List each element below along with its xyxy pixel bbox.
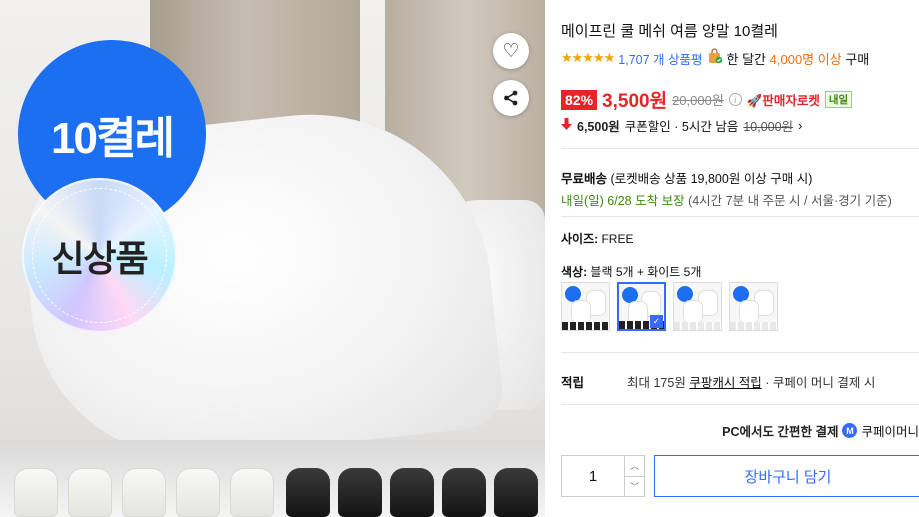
monthly-suffix: 구매 (845, 51, 870, 67)
swatch-badge (622, 287, 638, 303)
check-icon: ✓ (650, 315, 663, 328)
image-mini-sock-black (442, 468, 486, 517)
pack-count-text: 10켤레 (51, 114, 175, 163)
monthly-prefix: 한 달간 (726, 51, 767, 67)
quantity-input[interactable] (562, 456, 624, 496)
info-icon[interactable]: i (728, 93, 742, 106)
down-arrow-icon (561, 118, 572, 133)
quantity-down-icon[interactable]: ﹀ (625, 477, 644, 497)
color-swatch[interactable] (561, 282, 610, 331)
free-shipping-detail: (로켓배송 상품 19,800원 이상 구매 시) (610, 172, 813, 186)
original-price: 20,000원 (672, 93, 724, 108)
pc-payment-text: PC에서도 간편한 결제 (722, 425, 839, 439)
rocket-icon: 🚀 (746, 94, 763, 108)
image-mini-sock-black (390, 468, 434, 517)
heart-icon: ♡ (502, 40, 520, 62)
swatch-strip (674, 322, 721, 330)
points-amount: 최대 175원 (627, 376, 686, 390)
swatch-badge (733, 286, 749, 302)
divider (561, 148, 919, 149)
add-to-cart-button[interactable]: 장바구니 담기 (654, 455, 919, 497)
monthly-buyers-count: 4,000명 이상 (769, 51, 842, 67)
shopping-bag-icon (707, 48, 723, 68)
points-row: 적립 최대 175원 쿠팡캐시 적립 · 쿠페이 머니 결제 시 (561, 372, 875, 391)
product-title: 메이프린 쿨 메쉬 여름 양말 10켤레 (561, 23, 778, 40)
color-swatch-selected[interactable]: ✓ (617, 282, 666, 331)
seller-rocket-text: 판매자로켓 (762, 94, 820, 108)
swatch-sock (572, 301, 590, 323)
quantity-up-icon[interactable]: ︿ (625, 456, 644, 477)
chevron-right-icon: › (798, 118, 803, 133)
price-row: 82% 3,500원 20,000원 i 🚀판매자로켓 내일 (561, 86, 853, 113)
image-mini-sock-white (176, 468, 220, 517)
delivery-detail: (4시간 7분 내 주문 시 / 서울·경기 기준) (688, 194, 892, 208)
image-mini-sock-black (338, 468, 382, 517)
swatch-badge (565, 286, 581, 302)
size-value: FREE (601, 232, 634, 246)
coupay-text[interactable]: 쿠페이머니 (861, 421, 919, 440)
rating-row: ★★★★★ 1,707 개 상품평 한 달간 4,000명 이상 구매 (561, 48, 869, 68)
swatch-sock (684, 301, 702, 323)
badge-ring (32, 188, 167, 323)
color-option: 색상: 블랙 5개 + 화이트 5개 (561, 263, 701, 280)
points-label: 적립 (561, 376, 585, 390)
color-swatch[interactable] (673, 282, 722, 331)
free-shipping-label: 무료배송 (561, 172, 608, 186)
seller-rocket-label: 🚀판매자로켓 (747, 90, 820, 109)
sale-price: 3,500원 (602, 91, 668, 112)
coupon-price: 6,500원 (577, 120, 620, 134)
product-main-image[interactable]: 10켤레 신상품 ♡ (0, 0, 545, 517)
swatch-badge (677, 286, 693, 302)
divider (561, 216, 919, 217)
color-swatches: ✓ (561, 282, 778, 331)
pc-payment-row: PC에서도 간편한 결제 M 쿠페이머니 (561, 421, 919, 440)
coupon-label: 쿠폰할인 · 5시간 남음 (624, 120, 739, 134)
image-mini-sock-black (286, 468, 330, 517)
review-count-link[interactable]: 1,707 개 상품평 (618, 49, 702, 68)
wishlist-button[interactable]: ♡ (493, 33, 529, 69)
tomorrow-delivery-tag: 내일 (824, 91, 853, 108)
coupon-original-price: 10,000원 (743, 120, 794, 134)
image-mini-sock-white (122, 468, 166, 517)
discount-badge: 82% (561, 89, 598, 110)
coupay-icon: M (842, 423, 858, 438)
size-label: 사이즈: (561, 232, 599, 246)
color-label: 색상: (561, 265, 588, 279)
coupang-cash-link[interactable]: 쿠팡캐시 적립 (689, 372, 761, 391)
size-option: 사이즈: FREE (561, 230, 633, 247)
share-icon (504, 90, 518, 106)
share-button[interactable] (493, 80, 529, 116)
image-mini-sock-black (494, 468, 538, 517)
monthly-buyers: 한 달간 4,000명 이상 구매 (727, 49, 870, 68)
new-product-badge: 신상품 (22, 178, 177, 333)
image-mini-sock-white (14, 468, 58, 517)
quantity-arrows: ︿ ﹀ (624, 456, 644, 496)
image-mini-sock-white (230, 468, 274, 517)
quantity-stepper: ︿ ﹀ (561, 455, 645, 497)
product-details-panel: 메이프린 쿨 메쉬 여름 양말 10켤레 ★★★★★ 1,707 개 상품평 한… (561, 0, 919, 517)
swatch-strip (562, 322, 609, 330)
color-swatch[interactable] (729, 282, 778, 331)
divider (561, 352, 919, 353)
swatch-sock (740, 301, 758, 323)
coupon-row[interactable]: 6,500원 쿠폰할인 · 5시간 남음 10,000원 › (561, 116, 802, 135)
points-suffix: · 쿠페이 머니 결제 시 (765, 376, 876, 390)
delivery-info: 내일(일) 6/28 도착 보장 (4시간 7분 내 주문 시 / 서울·경기 … (561, 190, 892, 209)
shipping-info: 무료배송 (로켓배송 상품 19,800원 이상 구매 시) (561, 168, 812, 187)
divider (561, 404, 919, 405)
swatch-strip (730, 322, 777, 330)
image-mini-sock-white (68, 468, 112, 517)
delivery-date: 내일(일) 6/28 도착 보장 (561, 194, 685, 208)
star-rating: ★★★★★ (561, 50, 615, 65)
color-value: 블랙 5개 + 화이트 5개 (590, 265, 702, 279)
